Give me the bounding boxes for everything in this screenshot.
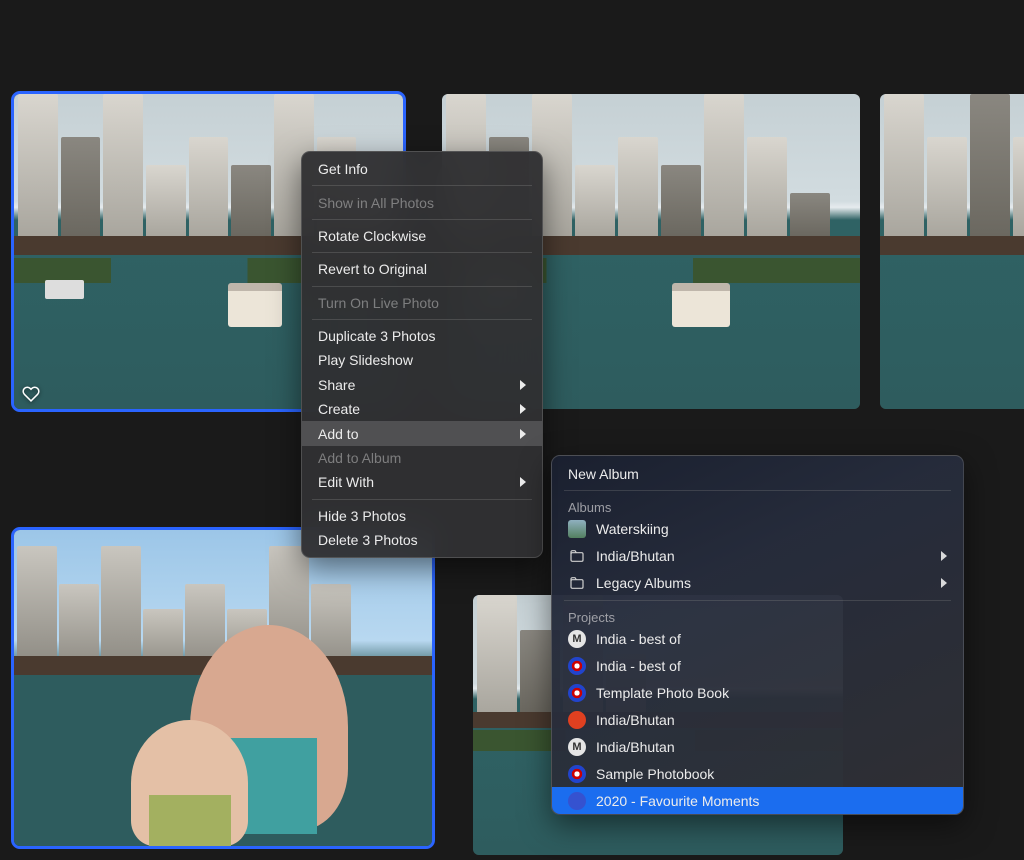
menu-item: Show in All Photos [302, 190, 542, 214]
thumb-icon [568, 520, 586, 538]
menu-separator [564, 600, 951, 601]
red-icon [568, 711, 586, 729]
menu-item-label: Get Info [318, 161, 368, 177]
menu-item-label: Show in All Photos [318, 195, 434, 211]
submenu-item[interactable]: Legacy Albums [552, 569, 963, 596]
chevron-right-icon [520, 380, 526, 390]
photo-tile[interactable] [14, 530, 432, 846]
submenu-item-label: India/Bhutan [596, 739, 947, 755]
menu-item[interactable]: Revert to Original [302, 257, 542, 281]
menu-item[interactable]: Hide 3 Photos [302, 504, 542, 528]
submenu-item[interactable]: Sample Photobook [552, 760, 963, 787]
menu-item-label: Revert to Original [318, 261, 427, 277]
submenu-item-label: India/Bhutan [596, 712, 947, 728]
submenu-item[interactable]: India - best of [552, 652, 963, 679]
submenu-item-label: 2020 - Favourite Moments [596, 793, 947, 809]
menu-item[interactable]: Delete 3 Photos [302, 528, 542, 552]
menu-separator [312, 499, 532, 500]
menu-item[interactable]: Share [302, 373, 542, 397]
submenu-item-label: New Album [568, 466, 947, 482]
submenu-item-label: India/Bhutan [596, 548, 931, 564]
menu-item: Turn On Live Photo [302, 291, 542, 315]
chevron-right-icon [941, 578, 947, 588]
submenu-item-label: India - best of [596, 631, 947, 647]
menu-item-label: Turn On Live Photo [318, 295, 439, 311]
folder-icon [568, 574, 586, 592]
us-icon [568, 765, 586, 783]
menu-item-label: Add to Album [318, 450, 401, 466]
submenu-section-header: Albums [552, 495, 963, 515]
menu-item[interactable]: Add to [302, 421, 542, 445]
menu-item[interactable]: Edit With [302, 470, 542, 494]
submenu-section-header: Projects [552, 605, 963, 625]
submenu-item[interactable]: Template Photo Book [552, 679, 963, 706]
menu-separator [312, 319, 532, 320]
submenu-item-label: Waterskiing [596, 521, 947, 537]
chevron-right-icon [520, 477, 526, 487]
menu-item-label: Add to [318, 426, 358, 442]
menu-separator [312, 252, 532, 253]
folder-icon [568, 547, 586, 565]
menu-item[interactable]: Create [302, 397, 542, 421]
menu-item-label: Duplicate 3 Photos [318, 328, 436, 344]
m-icon: M [568, 738, 586, 756]
blue-icon [568, 792, 586, 810]
us-icon [568, 657, 586, 675]
m-icon: M [568, 630, 586, 648]
heart-icon [22, 385, 40, 403]
chevron-right-icon [941, 551, 947, 561]
menu-separator [312, 185, 532, 186]
photo-tile[interactable] [880, 94, 1024, 409]
menu-item: Add to Album [302, 446, 542, 470]
menu-separator [564, 490, 951, 491]
submenu-item[interactable]: New Album [552, 461, 963, 486]
menu-item[interactable]: Get Info [302, 157, 542, 181]
menu-separator [312, 219, 532, 220]
menu-item-label: Delete 3 Photos [318, 532, 418, 548]
submenu-item[interactable]: India/Bhutan [552, 542, 963, 569]
menu-item[interactable]: Play Slideshow [302, 348, 542, 372]
menu-item-label: Create [318, 401, 360, 417]
us-icon [568, 684, 586, 702]
menu-item-label: Hide 3 Photos [318, 508, 406, 524]
submenu-item[interactable]: M India/Bhutan [552, 733, 963, 760]
context-menu: Get Info Show in All Photos Rotate Clockwi… [301, 151, 543, 558]
menu-item-label: Edit With [318, 474, 374, 490]
submenu-item-label: Sample Photobook [596, 766, 947, 782]
submenu-item[interactable]: Waterskiing [552, 515, 963, 542]
menu-item-label: Share [318, 377, 355, 393]
submenu-item-label: India - best of [596, 658, 947, 674]
menu-separator [312, 286, 532, 287]
menu-item-label: Play Slideshow [318, 352, 413, 368]
submenu-item-label: Legacy Albums [596, 575, 931, 591]
menu-item[interactable]: Duplicate 3 Photos [302, 324, 542, 348]
menu-item-label: Rotate Clockwise [318, 228, 426, 244]
submenu-item[interactable]: M India - best of [552, 625, 963, 652]
submenu-item[interactable]: 2020 - Favourite Moments [552, 787, 963, 814]
add-to-submenu: New Album Albums Waterskiing India/Bhutan Le… [551, 455, 964, 815]
submenu-item-label: Template Photo Book [596, 685, 947, 701]
chevron-right-icon [520, 429, 526, 439]
menu-item[interactable]: Rotate Clockwise [302, 224, 542, 248]
chevron-right-icon [520, 404, 526, 414]
submenu-item[interactable]: India/Bhutan [552, 706, 963, 733]
